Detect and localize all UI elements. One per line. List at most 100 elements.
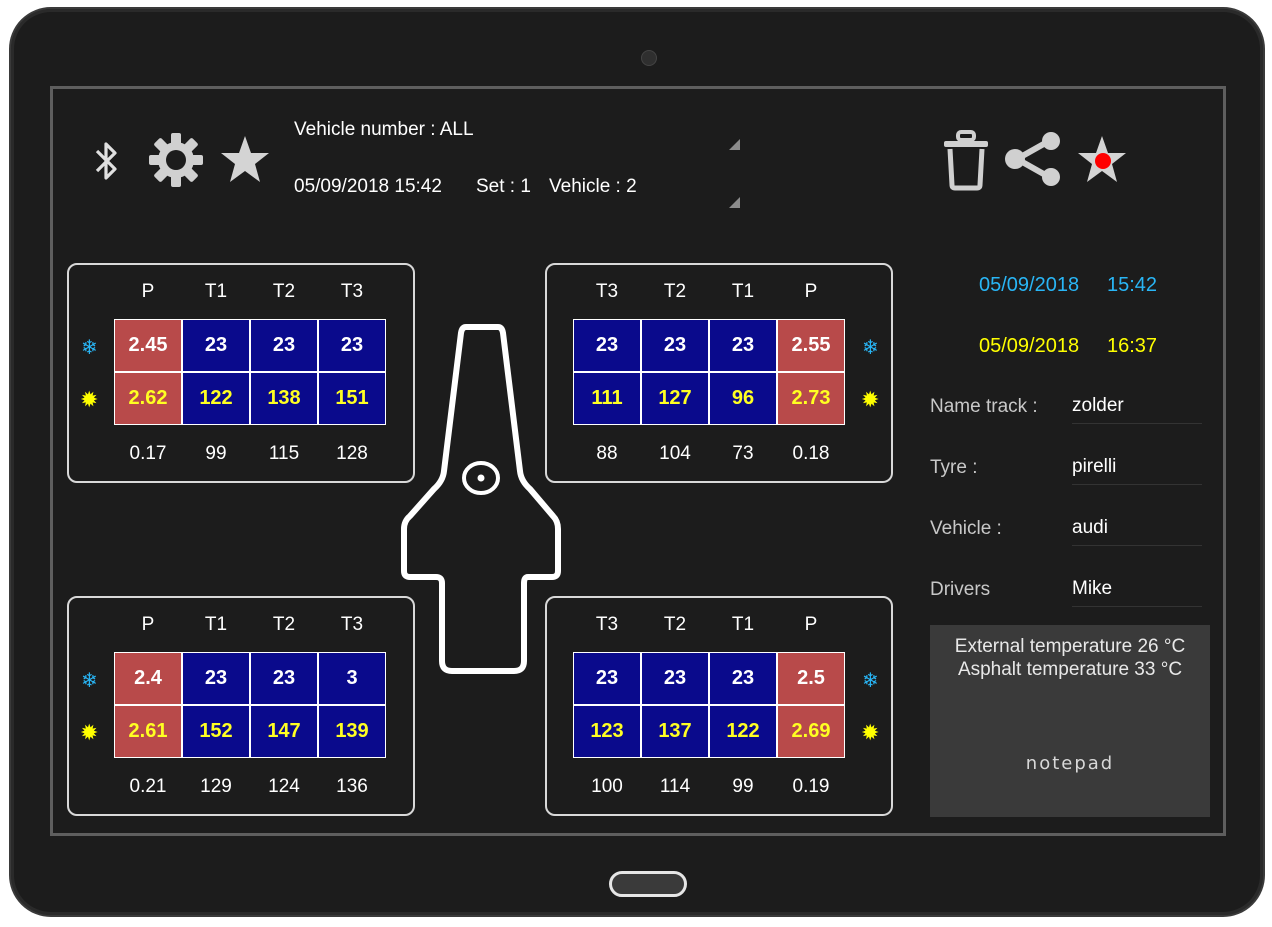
hot-temp-cell: 123 <box>573 705 641 758</box>
hot-temp-cell: 138 <box>250 372 318 425</box>
cold-temp-cell: 23 <box>182 319 250 372</box>
delta-value: 88 <box>596 443 618 464</box>
hot-temp-cell: 96 <box>709 372 777 425</box>
cold-temp-cell: 3 <box>318 652 386 705</box>
column-header: T1 <box>204 614 228 635</box>
vehicle-number-label: Vehicle number : ALL <box>294 119 474 140</box>
hot-temp-cell: 151 <box>318 372 386 425</box>
hot-pressure-cell: 2.69 <box>777 705 845 758</box>
cold-temp-cell: 23 <box>709 652 777 705</box>
hot-pressure-cell: 2.62 <box>114 372 182 425</box>
delta-value: 99 <box>732 776 754 797</box>
cold-icon: ❄ <box>862 337 879 359</box>
cold-pressure-cell: 2.45 <box>114 319 182 372</box>
column-header: T2 <box>663 281 687 302</box>
column-header: P <box>804 614 818 635</box>
cold-pressure-cell: 2.4 <box>114 652 182 705</box>
car-outline <box>401 324 561 674</box>
column-header: T1 <box>731 281 755 302</box>
star-record-icon[interactable] <box>1076 134 1128 184</box>
tyre-field[interactable]: pirelli <box>1072 456 1202 485</box>
home-button[interactable] <box>609 871 687 897</box>
hot-temp-cell: 122 <box>709 705 777 758</box>
bluetooth-icon[interactable] <box>91 139 121 183</box>
header-set: Set : 1 <box>476 176 531 197</box>
cold-icon: ❄ <box>81 337 98 359</box>
notepad-area[interactable]: External temperature 26 °C Asphalt tempe… <box>930 625 1210 817</box>
delta-value: 0.21 <box>129 776 167 797</box>
delta-value: 124 <box>268 776 300 797</box>
column-header: P <box>804 281 818 302</box>
tyre-front-right: T3 T2 T1 P ❄ ✹ 23 23 23 2.55 111 127 96 … <box>545 263 893 483</box>
delta-value: 128 <box>336 443 368 464</box>
notepad-line-2: Asphalt temperature 33 °C <box>957 659 1183 680</box>
column-header: T3 <box>340 614 364 635</box>
trash-icon[interactable] <box>941 129 991 191</box>
tyre-rear-left: P T1 T2 T3 ❄ ✹ 2.4 23 23 3 2.61 152 147 … <box>67 596 415 816</box>
hot-pressure-cell: 2.73 <box>777 372 845 425</box>
cold-pressure-cell: 2.5 <box>777 652 845 705</box>
end-time: 16:37 <box>1107 335 1158 357</box>
delta-value: 115 <box>268 443 300 464</box>
column-header: T2 <box>272 281 296 302</box>
column-header: T3 <box>340 281 364 302</box>
hot-temp-cell: 147 <box>250 705 318 758</box>
name-track-label: Name track : <box>930 396 1038 417</box>
sun-icon: ✹ <box>80 387 99 412</box>
hot-pressure-cell: 2.61 <box>114 705 182 758</box>
cold-temp-cell: 23 <box>641 652 709 705</box>
column-header: T3 <box>595 281 619 302</box>
delta-value: 129 <box>200 776 232 797</box>
hot-temp-cell: 139 <box>318 705 386 758</box>
drivers-field[interactable]: Mike <box>1072 578 1202 607</box>
share-icon[interactable] <box>1003 131 1065 187</box>
delta-value: 100 <box>591 776 623 797</box>
cold-temp-cell: 23 <box>250 319 318 372</box>
sun-icon: ✹ <box>80 720 99 745</box>
column-header: P <box>141 614 155 635</box>
vehicle-label: Vehicle : <box>930 518 1002 539</box>
delta-value: 0.18 <box>792 443 830 464</box>
delta-value: 114 <box>659 776 691 797</box>
star-icon[interactable] <box>219 134 271 184</box>
app-screen: Vehicle number : ALL 05/09/2018 15:42 Se… <box>50 86 1226 836</box>
tyre-rear-right: T3 T2 T1 P ❄ ✹ 23 23 23 2.5 123 137 122 … <box>545 596 893 816</box>
start-date: 05/09/2018 <box>979 274 1080 296</box>
notepad-line-1: External temperature 26 °C <box>954 636 1186 657</box>
hot-temp-cell: 137 <box>641 705 709 758</box>
end-date: 05/09/2018 <box>979 335 1080 357</box>
column-header: T2 <box>663 614 687 635</box>
sun-icon: ✹ <box>861 387 880 412</box>
cold-temp-cell: 23 <box>250 652 318 705</box>
vehicle-field[interactable]: audi <box>1072 517 1202 546</box>
start-time: 15:42 <box>1107 274 1158 296</box>
spinner-arrow-bottom[interactable] <box>729 197 740 208</box>
column-header: T3 <box>595 614 619 635</box>
header-vehicle: Vehicle : 2 <box>549 176 637 197</box>
delta-value: 136 <box>336 776 368 797</box>
cold-pressure-cell: 2.55 <box>777 319 845 372</box>
header-datetime: 05/09/2018 15:42 <box>294 176 442 197</box>
cold-temp-cell: 23 <box>318 319 386 372</box>
name-track-field[interactable]: zolder <box>1072 395 1202 424</box>
cold-icon: ❄ <box>81 670 98 692</box>
tyre-front-left: P T1 T2 T3 ❄ ✹ 2.45 23 23 23 2.62 122 13… <box>67 263 415 483</box>
column-header: T1 <box>204 281 228 302</box>
gear-icon[interactable] <box>147 131 205 189</box>
cold-temp-cell: 23 <box>709 319 777 372</box>
notepad-label: notepad <box>1025 753 1115 774</box>
cold-temp-cell: 23 <box>182 652 250 705</box>
spinner-arrow-top[interactable] <box>729 139 740 150</box>
hot-temp-cell: 152 <box>182 705 250 758</box>
cold-temp-cell: 23 <box>573 652 641 705</box>
drivers-label: Drivers <box>930 579 991 600</box>
camera-icon <box>641 50 657 66</box>
cold-temp-cell: 23 <box>573 319 641 372</box>
tyre-label: Tyre : <box>930 457 978 478</box>
sun-icon: ✹ <box>861 720 880 745</box>
cold-icon: ❄ <box>862 670 879 692</box>
delta-value: 99 <box>205 443 227 464</box>
delta-value: 73 <box>732 443 754 464</box>
column-header: T2 <box>272 614 296 635</box>
hot-temp-cell: 111 <box>573 372 641 425</box>
